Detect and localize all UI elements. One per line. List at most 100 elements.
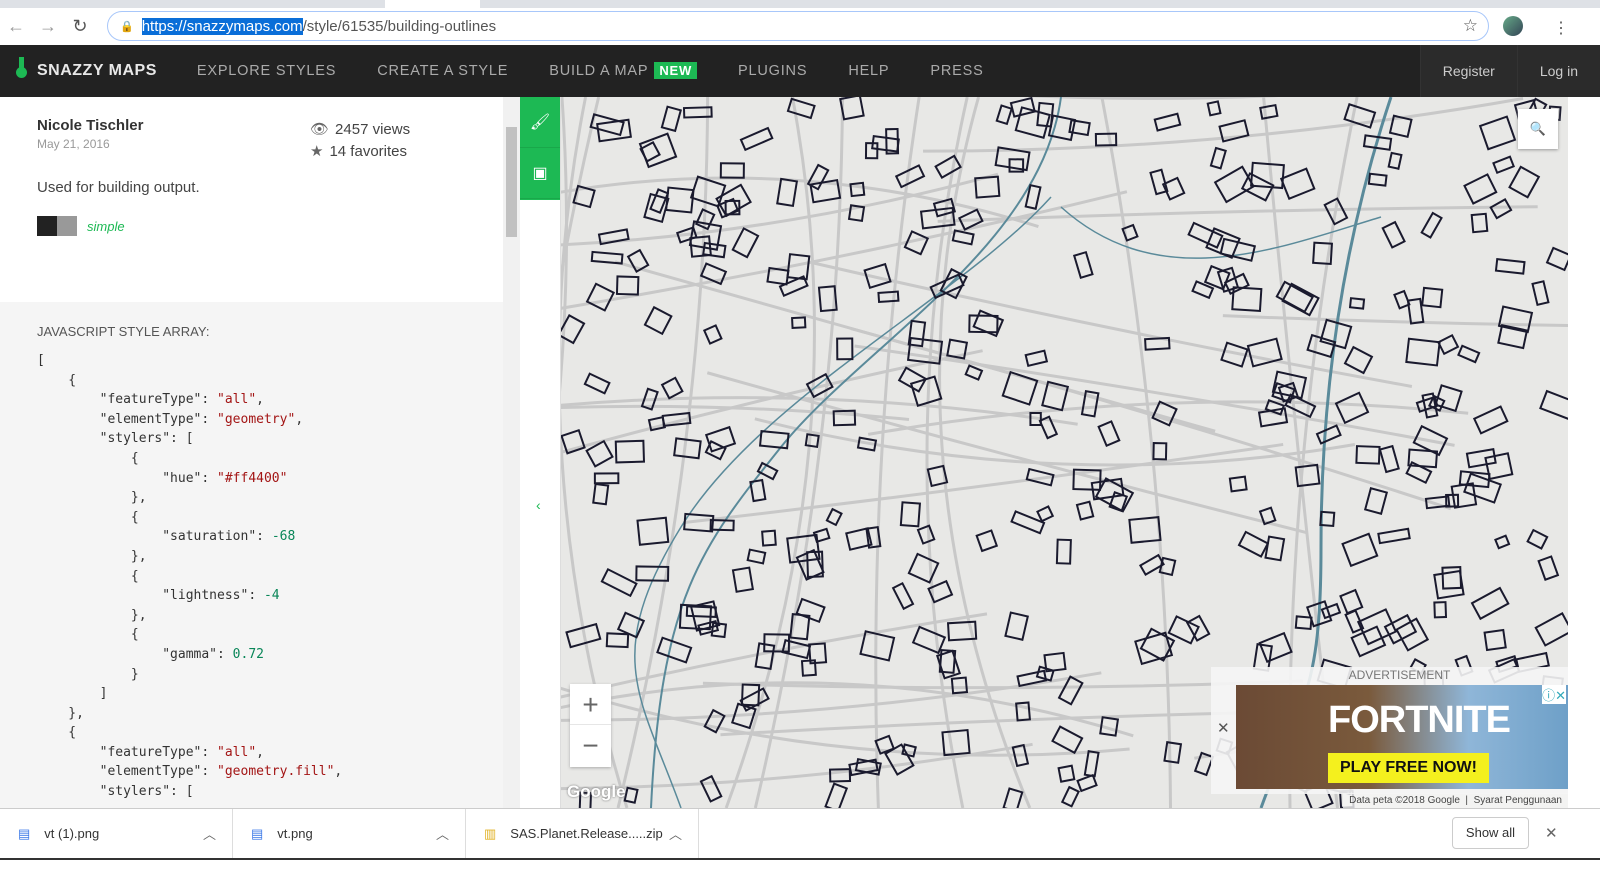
- nav-create-style[interactable]: CREATE A STYLE: [377, 63, 508, 79]
- reload-icon[interactable]: ↻: [64, 16, 96, 37]
- building-outline: [1420, 211, 1443, 239]
- building-outline: [791, 316, 807, 330]
- ad-cta[interactable]: PLAY FREE NOW!: [1328, 753, 1489, 783]
- code-token: {: [37, 568, 139, 584]
- building-outline: [1258, 631, 1293, 663]
- star-icon[interactable]: ★: [310, 143, 323, 160]
- tag-simple[interactable]: simple: [87, 219, 125, 234]
- profile-avatar[interactable]: [1503, 16, 1523, 36]
- code-token: "all": [217, 392, 257, 408]
- nav-press[interactable]: PRESS: [930, 63, 983, 79]
- address-bar[interactable]: 🔒 https://snazzymaps.com/style/61535/bui…: [107, 11, 1489, 41]
- map-pin-icon: [16, 57, 27, 85]
- code-line: "stylers": [: [37, 429, 466, 449]
- nav-explore-styles[interactable]: EXPLORE STYLES: [197, 63, 336, 79]
- building-outline: [1055, 538, 1072, 565]
- building-outline: [1526, 528, 1549, 550]
- ad-info-icon[interactable]: ⓘ✕: [1542, 685, 1566, 704]
- paintbrush-icon[interactable]: 🖌: [520, 97, 560, 148]
- bookmark-star-icon[interactable]: ☆: [1463, 16, 1478, 36]
- menu-icon[interactable]: ⋮: [1553, 18, 1569, 38]
- zoom-control: + −: [570, 684, 611, 767]
- nav-build-map-label: BUILD A MAP: [549, 63, 649, 79]
- json-heading: JAVASCRIPT STYLE ARRAY:: [37, 324, 210, 339]
- eye-icon: 👁: [310, 121, 330, 138]
- chevron-up-icon[interactable]: ︿: [203, 824, 216, 843]
- code-line: "stylers": [: [37, 782, 466, 802]
- ad-label: ADVERTISEMENT: [1348, 668, 1451, 682]
- download-item[interactable]: ▤ vt (1).png ︿: [0, 808, 233, 859]
- back-icon[interactable]: ←: [0, 16, 32, 37]
- code-token: "featureType":: [37, 744, 218, 760]
- panel-scrollbar[interactable]: [503, 97, 520, 808]
- style-panel: Nicole Tischler May 21, 2016 👁 2457 views…: [0, 97, 503, 808]
- building-outline: [1294, 463, 1321, 488]
- ad-banner[interactable]: FORTNITE PLAY FREE NOW! ⓘ✕: [1236, 685, 1568, 789]
- code-line: {: [37, 508, 466, 528]
- download-item[interactable]: ▤ vt.png ︿: [233, 808, 466, 859]
- collapse-chevron-icon[interactable]: ‹: [536, 497, 541, 513]
- building-outline: [1279, 167, 1316, 200]
- building-outline: [1334, 391, 1370, 425]
- building-outline: [1259, 103, 1279, 120]
- chevron-up-icon[interactable]: ︿: [436, 824, 449, 843]
- code-line: }: [37, 665, 466, 685]
- style-description: Used for building output.: [37, 179, 200, 196]
- building-outline: [1002, 787, 1024, 808]
- code-line: "elementType": "geometry.fill",: [37, 762, 466, 782]
- code-token: ,: [256, 744, 264, 760]
- login-link[interactable]: Log in: [1516, 45, 1600, 97]
- nav-plugins[interactable]: PLUGINS: [738, 63, 807, 79]
- image-icon[interactable]: ▣: [520, 148, 560, 199]
- building-outline: [1264, 535, 1286, 562]
- active-tab[interactable]: [385, 0, 480, 8]
- building-outline: [623, 786, 639, 804]
- building-outline: [1075, 500, 1095, 521]
- taskbar: [0, 858, 1600, 875]
- close-downloads-icon[interactable]: ✕: [1545, 824, 1558, 842]
- favorites-count: 14 favorites: [329, 143, 407, 160]
- building-outline: [614, 439, 646, 464]
- register-link[interactable]: Register: [1419, 45, 1517, 97]
- ad-close-icon[interactable]: ✕: [1217, 719, 1230, 737]
- brand-logo[interactable]: SNAZZY MAPS: [16, 57, 157, 85]
- attribution-text: Data peta ©2018 Google: [1349, 795, 1460, 806]
- page-scrollbar[interactable]: [1568, 97, 1600, 808]
- building-outline: [1163, 741, 1183, 764]
- map-canvas[interactable]: 🔍 + − Google Data peta ©2018 Google | Sy…: [561, 97, 1568, 808]
- code-line: "hue": "#ff4400": [37, 469, 466, 489]
- code-line: },: [37, 547, 466, 567]
- building-outline: [1478, 115, 1517, 151]
- search-icon[interactable]: 🔍: [1518, 109, 1558, 149]
- nav-build-map[interactable]: BUILD A MAP NEW: [549, 62, 698, 79]
- building-outline: [836, 337, 854, 361]
- chevron-up-icon[interactable]: ︿: [669, 824, 682, 843]
- zoom-out-button[interactable]: −: [570, 725, 611, 766]
- building-outline: [699, 774, 723, 803]
- building-outline: [1406, 297, 1425, 325]
- building-outline: [1320, 602, 1342, 620]
- building-outline: [1209, 146, 1227, 170]
- file-icon: ▤: [251, 825, 264, 841]
- download-filename: SAS.Planet.Release.....zip: [510, 826, 663, 841]
- forward-icon[interactable]: →: [32, 16, 64, 37]
- building-outline: [643, 305, 673, 336]
- zoom-in-button[interactable]: +: [570, 684, 611, 725]
- show-all-button[interactable]: Show all: [1452, 817, 1529, 849]
- json-code-block[interactable]: [ { "featureType": "all", "elementType":…: [0, 339, 503, 808]
- code-line: {: [37, 723, 466, 743]
- terms-link[interactable]: Syarat Penggunaan: [1474, 795, 1562, 806]
- building-outline: [1149, 168, 1169, 196]
- scrollbar-thumb[interactable]: [506, 127, 517, 237]
- code-token: [: [37, 353, 45, 368]
- building-outline: [776, 177, 799, 208]
- nav-help[interactable]: HELP: [848, 63, 889, 79]
- building-outline: [1433, 569, 1465, 600]
- download-filename: vt.png: [277, 826, 313, 841]
- tab-strip: [0, 0, 1600, 8]
- download-filename: vt (1).png: [44, 826, 100, 841]
- building-outline: [719, 162, 745, 179]
- download-item[interactable]: ▥ SAS.Planet.Release.....zip ︿: [466, 808, 699, 859]
- code-token: "all": [217, 744, 257, 760]
- code-token: "gamma":: [37, 646, 233, 662]
